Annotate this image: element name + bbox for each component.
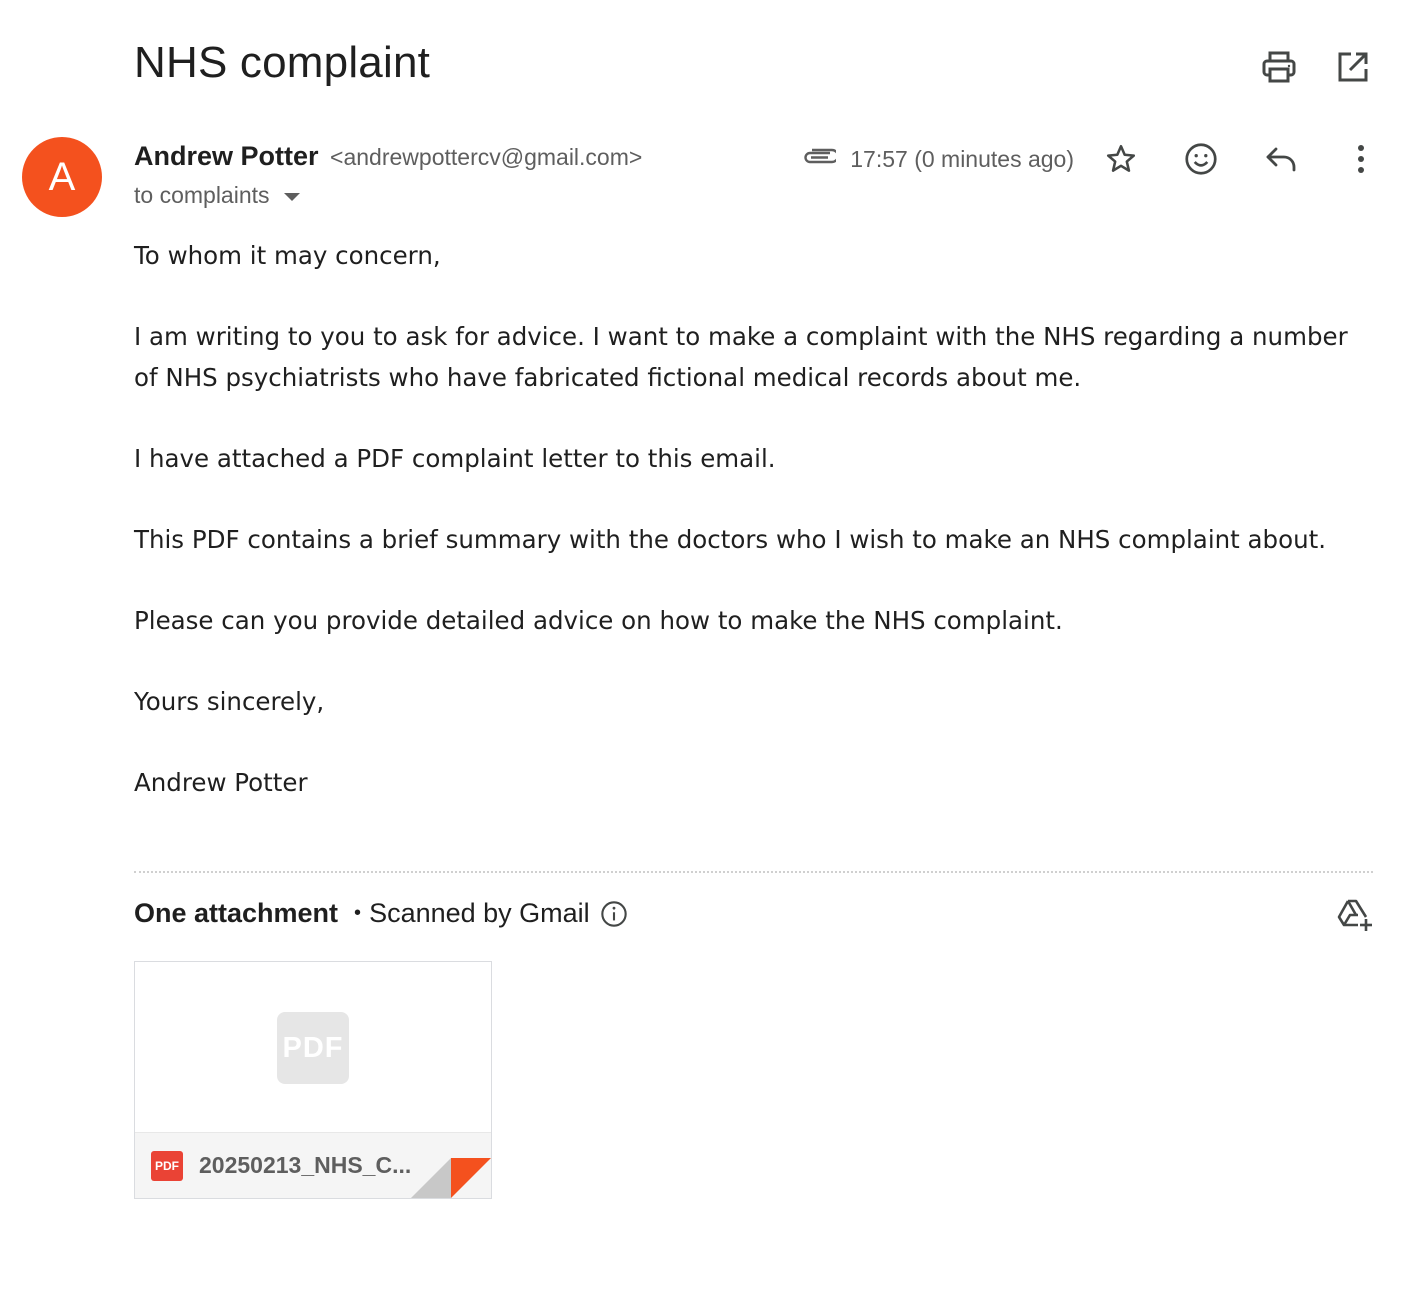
paperclip-icon [802, 147, 840, 172]
sender-avatar[interactable]: A [22, 137, 102, 217]
more-vert-icon[interactable] [1342, 140, 1380, 178]
attachment-preview: PDF [135, 962, 491, 1134]
sender-email: <andrewpottercv@gmail.com> [330, 144, 643, 170]
add-to-drive-icon[interactable] [1336, 896, 1374, 934]
body-paragraph: I am writing to you to ask for advice. I… [134, 322, 1348, 392]
recipients-toggle[interactable]: to complaints [134, 182, 300, 209]
emoji-icon[interactable] [1182, 140, 1220, 178]
top-actions [1260, 48, 1372, 86]
email-subject: NHS complaint [134, 38, 431, 87]
attachments-header: One attachment • Scanned by Gmail [134, 898, 628, 929]
message-timestamp: 17:57 (0 minutes ago) [850, 145, 1074, 172]
attachment-card[interactable]: PDF PDF 20250213_NHS_C... [134, 961, 492, 1199]
star-icon[interactable] [1102, 140, 1140, 178]
print-icon[interactable] [1260, 48, 1298, 86]
pdf-thumbnail-icon: PDF [277, 1012, 349, 1084]
sender-line: Andrew Potter <andrewpottercv@gmail.com> [134, 141, 642, 172]
body-paragraph: Please can you provide detailed advice o… [134, 605, 1063, 635]
body-paragraph: This PDF contains a brief summary with t… [134, 524, 1327, 554]
folded-corner-icon [411, 1158, 491, 1198]
reply-icon[interactable] [1262, 140, 1300, 178]
body-paragraph: Yours sincerely, [134, 686, 325, 716]
body-paragraph: To whom it may concern, [134, 241, 441, 270]
chevron-down-icon [283, 192, 300, 201]
info-icon[interactable] [600, 900, 628, 928]
attachments-divider [134, 871, 1373, 873]
message-body: To whom it may concern, I am writing to … [134, 236, 1354, 844]
pdf-file-icon: PDF [151, 1150, 183, 1181]
recipients-label: to complaints [134, 182, 270, 208]
open-in-new-window-icon[interactable] [1334, 48, 1372, 86]
attachment-filename: 20250213_NHS_C... [199, 1152, 412, 1178]
attachment-count: One attachment [134, 898, 339, 928]
separator-dot: • [354, 902, 362, 924]
message-meta: 17:57 (0 minutes ago) [802, 140, 1380, 178]
body-paragraph: I have attached a PDF complaint letter t… [134, 443, 776, 473]
body-paragraph: Andrew Potter [134, 767, 308, 797]
sender-name[interactable]: Andrew Potter [134, 141, 319, 171]
scanned-by-gmail-label: Scanned by Gmail [369, 898, 590, 928]
